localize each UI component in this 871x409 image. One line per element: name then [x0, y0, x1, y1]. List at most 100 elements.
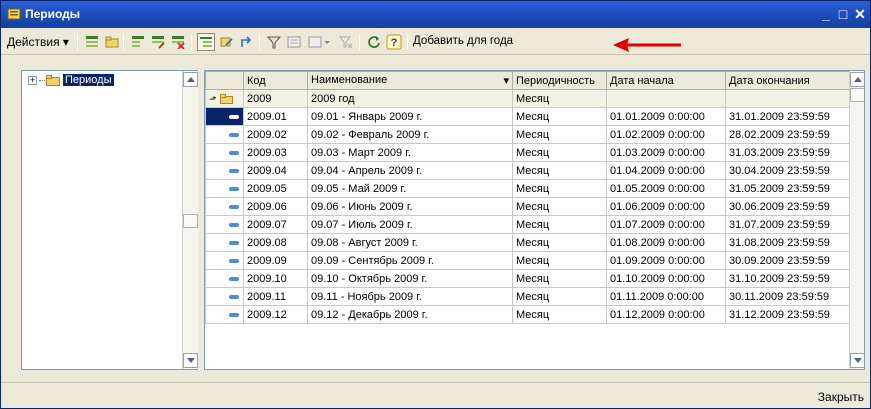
window-title: Периоды: [25, 7, 81, 21]
header-name-label: Наименование: [311, 74, 388, 86]
cell-name: 09.11 - Ноябрь 2009 г.: [307, 287, 513, 306]
table-row[interactable]: 2009.12 09.12 - Декабрь 2009 г. Месяц 01.12…: [205, 305, 850, 324]
header-end-date[interactable]: Дата окончания: [725, 71, 850, 90]
actions-menu[interactable]: Действия ▾: [7, 35, 69, 49]
table-row[interactable]: 2009.03 09.03 - Март 2009 г. Месяц 01.03.20…: [205, 143, 850, 162]
filter-value-icon: [287, 36, 301, 48]
grid-scroll-down-button[interactable]: [850, 353, 864, 368]
minimize-icon[interactable]: _: [817, 5, 835, 23]
cell-kod: 2009.06: [243, 197, 308, 216]
chevron-up-icon: [186, 77, 195, 82]
filter-history-icon: [308, 36, 330, 48]
help-button[interactable]: ?: [385, 33, 403, 51]
cell-kod: 2009.10: [243, 269, 308, 288]
header-name[interactable]: Наименование ▾: [307, 71, 513, 90]
table-row[interactable]: 2009.11 09.11 - Ноябрь 2009 г. Месяц 01.11.…: [205, 287, 850, 306]
row-icon-cell: [205, 107, 244, 126]
group-folder-icon: [219, 93, 233, 104]
cell-start-date: 01.09.2009 0:00:00: [606, 251, 726, 270]
scroll-down-button[interactable]: [183, 353, 198, 368]
toolbar-separator: [77, 34, 78, 50]
cell-kod: 2009.02: [243, 125, 308, 144]
hierarchy-icon: [200, 37, 212, 47]
row-icon-cell: [205, 179, 244, 198]
scroll-up-button[interactable]: [183, 72, 198, 87]
table-row[interactable]: 2009.02 09.02 - Февраль 2009 г. Месяц 01.02…: [205, 125, 850, 144]
move-icon: [220, 37, 233, 47]
refresh-icon: [368, 36, 380, 48]
grid-scrollbar[interactable]: [849, 71, 864, 369]
clear-filter-button[interactable]: [337, 33, 355, 51]
grid-scroll-up-button[interactable]: [850, 72, 864, 87]
cell-kod: 2009.05: [243, 179, 308, 198]
cell-end-date: 31.08.2009 23:59:59: [725, 233, 850, 252]
filter-history-button[interactable]: [305, 33, 333, 51]
move-to-group-button[interactable]: [217, 33, 235, 51]
tree-expander[interactable]: +: [28, 75, 37, 85]
filter-by-value-button[interactable]: [285, 33, 303, 51]
row-icon-cell: [205, 233, 244, 252]
cell-periodicity: Месяц: [512, 197, 607, 216]
chevron-up-icon: [853, 77, 862, 82]
table-row[interactable]: 2009.08 09.08 - Август 2009 г. Месяц 01.08.…: [205, 233, 850, 252]
cell-start-date: 01.06.2009 0:00:00: [606, 197, 726, 216]
cell-start-date: 01.10.2009 0:00:00: [606, 269, 726, 288]
toolbar-separator: [123, 34, 124, 50]
group-icon-cell: ⬏: [205, 89, 244, 108]
hierarchy-toggle-button[interactable]: [197, 33, 215, 51]
table-row[interactable]: 2009.07 09.07 - Июль 2009 г. Месяц 01.07.20…: [205, 215, 850, 234]
close-icon[interactable]: ✕: [851, 5, 869, 23]
cell-end-date: 30.04.2009 23:59:59: [725, 161, 850, 180]
delete-button[interactable]: [169, 33, 187, 51]
cell-start-date: 01.04.2009 0:00:00: [606, 161, 726, 180]
table-row[interactable]: 2009.10 09.10 - Октябрь 2009 г. Месяц 01.10…: [205, 269, 850, 288]
group-end: [725, 89, 850, 108]
periods-table: Код Наименование ▾ Периодичность Дата нач…: [205, 71, 850, 324]
set-filter-button[interactable]: [265, 33, 283, 51]
scroll-thumb[interactable]: [183, 214, 198, 228]
row-icon-cell: [205, 215, 244, 234]
cell-periodicity: Месяц: [512, 215, 607, 234]
cell-start-date: 01.12.2009 0:00:00: [606, 305, 726, 324]
maximize-icon[interactable]: □: [834, 5, 852, 23]
edit-button[interactable]: [149, 33, 167, 51]
grid-scroll-thumb[interactable]: [850, 88, 864, 102]
row-icon-cell: [205, 251, 244, 270]
group-periodicity: Месяц: [512, 89, 607, 108]
add-for-year-button[interactable]: Добавить для года: [413, 35, 513, 47]
table-row[interactable]: 2009.05 09.05 - Май 2009 г. Месяц 01.05.200…: [205, 179, 850, 198]
header-icon-column[interactable]: [205, 71, 244, 90]
cell-start-date: 01.02.2009 0:00:00: [606, 125, 726, 144]
toolbar-separator: [359, 34, 360, 50]
header-periodicity[interactable]: Периодичность: [512, 71, 607, 90]
table-row[interactable]: 2009.06 09.06 - Июнь 2009 г. Месяц 01.06.20…: [205, 197, 850, 216]
toolbar-separator: [407, 34, 408, 50]
element-icon: [229, 150, 239, 155]
cell-end-date: 31.12.2009 23:59:59: [725, 305, 850, 324]
tree-root-label[interactable]: Периоды: [63, 74, 114, 86]
clear-filter-icon: [339, 36, 353, 49]
header-start-date[interactable]: Дата начала: [606, 71, 726, 90]
cell-end-date: 30.11.2009 23:59:59: [725, 287, 850, 306]
refresh-button[interactable]: [365, 33, 383, 51]
copy-button[interactable]: [129, 33, 147, 51]
periods-grid: Код Наименование ▾ Периодичность Дата нач…: [204, 70, 865, 370]
group-row[interactable]: ⬏ 2009 2009 год Месяц: [205, 89, 850, 108]
cell-end-date: 31.03.2009 23:59:59: [725, 143, 850, 162]
table-row[interactable]: 2009.01 09.01 - Январь 2009 г. Месяц 01.01.…: [205, 107, 850, 126]
close-button[interactable]: Закрыть: [818, 390, 864, 404]
cell-name: 09.01 - Январь 2009 г.: [307, 107, 513, 126]
level-up-button[interactable]: [237, 33, 255, 51]
add-element-button[interactable]: [83, 33, 101, 51]
header-kod[interactable]: Код: [243, 71, 308, 90]
cell-name: 09.07 - Июль 2009 г.: [307, 215, 513, 234]
tree-root-item[interactable]: + Периоды: [28, 74, 114, 86]
cell-end-date: 31.01.2009 23:59:59: [725, 107, 850, 126]
cell-periodicity: Месяц: [512, 179, 607, 198]
cell-periodicity: Месяц: [512, 143, 607, 162]
tree-scrollbar[interactable]: [182, 71, 198, 369]
title-bar[interactable]: Периоды _ □ ✕: [1, 1, 870, 28]
table-row[interactable]: 2009.09 09.09 - Сентябрь 2009 г. Месяц 01.0…: [205, 251, 850, 270]
table-row[interactable]: 2009.04 09.04 - Апрель 2009 г. Месяц 01.04.…: [205, 161, 850, 180]
add-group-button[interactable]: [103, 33, 121, 51]
